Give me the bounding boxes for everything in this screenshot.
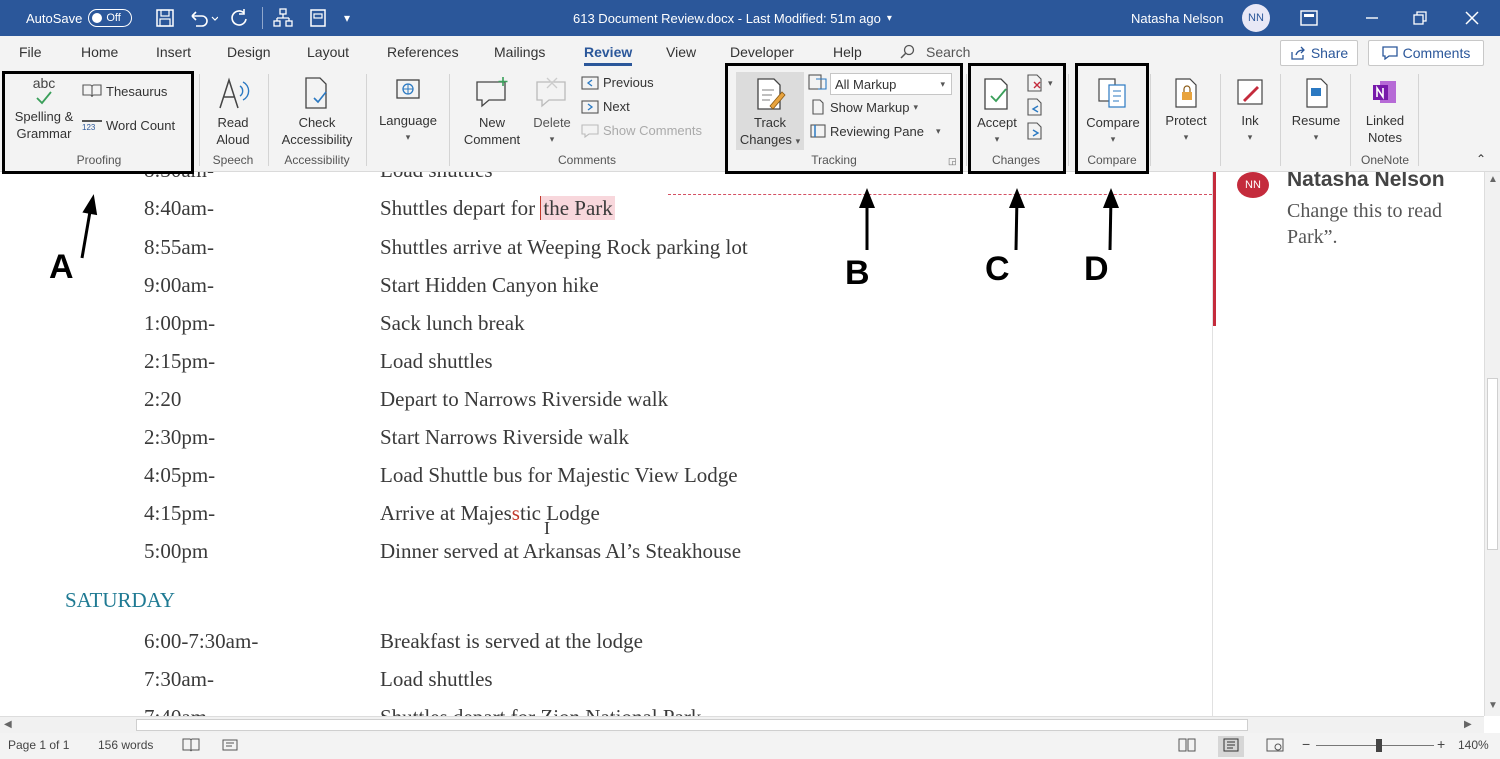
annotation-label-b: B <box>845 254 870 292</box>
word-window: AutoSave Off ▾ 613 Document Review.docx … <box>0 0 1500 759</box>
annotation-label-d: D <box>1084 250 1109 288</box>
annotation-label-a: A <box>49 248 74 286</box>
annotation-arrows <box>80 188 1119 259</box>
annotation-label-c: C <box>985 250 1010 288</box>
